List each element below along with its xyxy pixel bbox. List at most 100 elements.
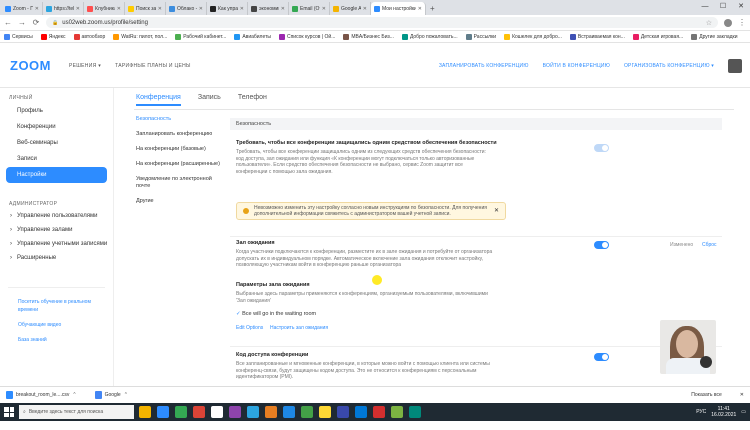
close-icon[interactable]: ✕ (322, 6, 326, 12)
close-icon[interactable]: ✕ (158, 6, 162, 12)
bookmark-item[interactable]: Рабочий кабинет... (175, 33, 226, 40)
chevron-up-icon[interactable]: ⌃ (72, 392, 76, 398)
browser-tab[interactable]: Облако - вход в...✕ (166, 2, 207, 15)
subnav-item[interactable]: Уведомление по электронной почте (136, 176, 224, 190)
subnav-item[interactable]: На конференции (базовые) (136, 146, 224, 153)
bookmark-item[interactable]: Яндекс (40, 33, 66, 40)
close-icon[interactable]: ✕ (199, 6, 203, 12)
back-icon[interactable]: ← (4, 18, 12, 27)
sidebar-admin-item[interactable]: › Управление пользователями (0, 209, 113, 223)
sidebar-item[interactable]: Профиль (0, 103, 113, 119)
bookmark-item[interactable]: Рассылки (465, 33, 496, 40)
taskbar-app-icon[interactable] (409, 406, 421, 418)
windows-start-icon[interactable] (4, 407, 14, 417)
new-tab-button[interactable]: + (426, 2, 439, 15)
close-icon[interactable]: ✕ (740, 392, 744, 398)
taskbar-app-icon[interactable] (247, 406, 259, 418)
browser-tab[interactable]: экономика прокачк...✕ (248, 2, 289, 15)
settings-tab[interactable]: Телефон (238, 94, 267, 106)
taskbar-app-icon[interactable] (391, 406, 403, 418)
bookmark-item[interactable]: Другие закладки (691, 33, 738, 40)
taskbar-app-icon[interactable] (355, 406, 367, 418)
chat-icon[interactable] (700, 356, 712, 368)
close-icon[interactable]: ✕ (76, 6, 80, 12)
browser-tab[interactable]: Google Analytics✕ (330, 2, 371, 15)
url-field[interactable]: 🔒 us02web.zoom.us/profile/setting ☆ (46, 17, 718, 28)
sidebar-item[interactable]: Веб-семинары (0, 135, 113, 151)
taskbar-app-icon[interactable] (193, 406, 205, 418)
join-meeting-link[interactable]: ВОЙТИ В КОНФЕРЕНЦИЮ (543, 63, 610, 69)
taskbar-app-icon[interactable] (337, 406, 349, 418)
taskbar-app-icon[interactable] (139, 406, 151, 418)
waiting-room-toggle[interactable] (594, 241, 609, 249)
browser-tab[interactable]: Zoom - Персональное✕ (2, 2, 43, 15)
menu-icon[interactable]: ⋮ (738, 18, 746, 27)
reset-link[interactable]: Сброс (702, 242, 717, 248)
bookmark-item[interactable]: WatRu: пилот, пол... (113, 33, 167, 40)
sidebar-item[interactable]: Настройки (6, 167, 107, 183)
maximize-icon[interactable]: ☐ (714, 0, 732, 14)
browser-tab[interactable]: https://telegram...✕ (43, 2, 84, 15)
bookmark-item[interactable]: Список курсов | Ой... (278, 33, 335, 40)
customize-waiting-room-link[interactable]: Настроить зал ожидания (270, 325, 328, 331)
close-icon[interactable]: ✕ (117, 6, 121, 12)
close-icon[interactable]: ✕ (494, 208, 499, 214)
bookmark-item[interactable]: Добро пожаловать... (401, 33, 458, 40)
taskbar-app-icon[interactable] (373, 406, 385, 418)
download-item[interactable]: breakout_room_le....csv ⌃ (6, 391, 77, 399)
clock[interactable]: 11:41 16.02.2021 (711, 406, 736, 418)
host-meeting-menu[interactable]: ОРГАНИЗОВАТЬ КОНФЕРЕНЦИЮ ▾ (624, 63, 714, 69)
bookmark-item[interactable]: Авиабилеты (234, 33, 271, 40)
sidebar-help-link[interactable]: База знаний (0, 336, 113, 344)
sidebar-admin-item[interactable]: › Управление залами (0, 223, 113, 237)
taskbar-app-icon[interactable] (319, 406, 331, 418)
bookmark-item[interactable]: автообзор (73, 33, 105, 40)
taskbar-app-icon[interactable] (157, 406, 169, 418)
solutions-menu[interactable]: РЕШЕНИЯ ▾ (69, 63, 101, 69)
settings-tab[interactable]: Конференция (136, 94, 181, 106)
language-indicator[interactable]: РУС (696, 409, 706, 415)
notifications-icon[interactable]: ▭ (741, 409, 746, 415)
bookmark-item[interactable]: Встраиваемая кон... (569, 33, 625, 40)
taskbar-app-icon[interactable] (265, 406, 277, 418)
bookmark-item[interactable]: MBA/Бизнес Биз... (343, 33, 394, 40)
sidebar-item[interactable]: Записи (0, 151, 113, 167)
reload-icon[interactable]: ⟳ (32, 18, 40, 27)
browser-tab[interactable]: Мои настройки - Zoom✕ (371, 2, 426, 15)
bookmark-item[interactable]: Сервисы (4, 33, 33, 40)
taskbar-app-icon[interactable] (175, 406, 187, 418)
bookmark-star-icon[interactable]: ☆ (706, 19, 712, 27)
taskbar-app-icon[interactable] (283, 406, 295, 418)
minimize-icon[interactable]: — (696, 0, 714, 14)
forward-icon[interactable]: → (18, 18, 26, 27)
edit-options-link[interactable]: Edit Options (236, 325, 263, 331)
sidebar-admin-item[interactable]: › Расширенные (0, 251, 113, 265)
sidebar-item[interactable]: Конференции (0, 119, 113, 135)
subnav-item[interactable]: Запланировать конференцию (136, 131, 224, 138)
taskbar-app-icon[interactable] (229, 406, 241, 418)
plans-link[interactable]: ТАРИФНЫЕ ПЛАНЫ И ЦЕНЫ (115, 63, 191, 69)
browser-tab[interactable]: Поиск закзов | Я...✕ (125, 2, 166, 15)
bookmark-item[interactable]: Детская игровая... (632, 33, 683, 40)
schedule-meeting-link[interactable]: ЗАПЛАНИРОВАТЬ КОНФЕРЕНЦИЮ (439, 63, 529, 69)
close-icon[interactable]: ✕ (732, 0, 750, 14)
sidebar-admin-item[interactable]: › Управление учетными записями (0, 237, 113, 251)
avatar[interactable] (728, 58, 742, 73)
subnav-item[interactable]: На конференции (расширенные) (136, 161, 224, 168)
show-all-downloads[interactable]: Показать все (691, 392, 722, 398)
profile-icon[interactable] (724, 18, 732, 27)
subnav-item[interactable]: Безопасность (136, 116, 224, 123)
close-icon[interactable]: ✕ (240, 6, 244, 12)
close-icon[interactable]: ✕ (281, 6, 285, 12)
settings-tab[interactable]: Запись (198, 94, 221, 106)
bookmark-item[interactable]: Кошелек для добро... (504, 33, 562, 40)
taskbar-app-icon[interactable] (301, 406, 313, 418)
browser-tab[interactable]: Email (Отключ) - Входящие✕ (289, 2, 330, 15)
taskbar-app-icon[interactable] (211, 406, 223, 418)
subnav-item[interactable]: Другие (136, 198, 224, 205)
browser-tab[interactable]: Клубника: Ваш ассистен...✕ (84, 2, 125, 15)
close-icon[interactable]: ✕ (363, 6, 367, 12)
zoom-logo[interactable]: ZOOM (10, 58, 51, 73)
close-icon[interactable]: ✕ (418, 6, 422, 12)
passcode-toggle[interactable] (594, 353, 609, 361)
